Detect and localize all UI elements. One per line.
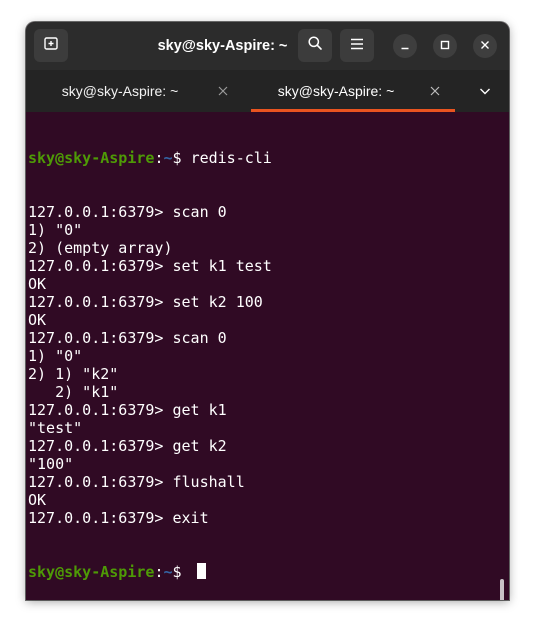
output-line: 127.0.0.1:6379> scan 0	[28, 329, 227, 347]
output-line: 127.0.0.1:6379> exit	[28, 509, 209, 527]
maximize-icon	[440, 37, 450, 55]
prompt-line-current: sky@sky-Aspire:~$	[28, 563, 272, 581]
prompt-symbol: $	[172, 149, 191, 167]
output-line: 127.0.0.1:6379> set k2 100	[28, 293, 263, 311]
close-button[interactable]	[473, 34, 497, 58]
output-line: 1) "0"	[28, 221, 83, 239]
output-line: 127.0.0.1:6379> flushall	[28, 473, 245, 491]
output-line: OK	[28, 275, 47, 293]
chevron-down-icon[interactable]	[478, 84, 492, 98]
close-icon	[480, 37, 490, 55]
output-line: "test"	[28, 419, 83, 437]
output-line: 127.0.0.1:6379> get k1	[28, 401, 227, 419]
command-text: redis-cli	[190, 149, 272, 167]
output-line: 127.0.0.1:6379> scan 0	[28, 203, 227, 221]
output-line: 2) (empty array)	[28, 239, 173, 257]
prompt-path: ~	[163, 563, 173, 581]
search-icon	[307, 35, 323, 56]
tab-close-icon[interactable]	[428, 84, 442, 98]
output-line: OK	[28, 491, 47, 509]
minimize-icon	[400, 37, 410, 55]
tab-close-icon[interactable]	[216, 84, 230, 98]
menu-button[interactable]	[340, 29, 374, 62]
new-tab-icon	[43, 35, 59, 56]
tab-1[interactable]: sky@sky-Aspire: ~	[32, 70, 250, 112]
output-line: 127.0.0.1:6379> get k2	[28, 437, 227, 455]
hamburger-menu-icon	[350, 37, 364, 55]
output-line: 1) "0"	[28, 347, 83, 365]
terminal-output[interactable]: sky@sky-Aspire:~$ redis-cli 127.0.0.1:63…	[26, 112, 509, 600]
minimize-button[interactable]	[393, 34, 417, 58]
tab-bar: sky@sky-Aspire: ~ sky@sky-Aspire: ~	[26, 70, 509, 112]
scrollbar-thumb[interactable]	[500, 579, 504, 600]
prompt-path: ~	[163, 149, 173, 167]
text-cursor	[196, 563, 206, 579]
output-line: "100"	[28, 455, 74, 473]
output-line: 127.0.0.1:6379> set k1 test	[28, 257, 272, 275]
output-line: OK	[28, 311, 47, 329]
output-line: 2) 1) "k2"	[28, 365, 119, 383]
prompt-user-host: sky@sky-Aspire	[28, 563, 155, 581]
output-block: 127.0.0.1:6379> scan 0 1) "0" 2) (empty ar…	[28, 203, 272, 527]
tab-label: sky@sky-Aspire: ~	[277, 83, 395, 99]
prompt-line: sky@sky-Aspire:~$ redis-cli	[28, 149, 272, 167]
title-bar: sky@sky-Aspire: ~	[26, 22, 509, 70]
terminal-window: sky@sky-Aspire: ~ sky@sky-Aspire: ~ sky@…	[26, 22, 509, 600]
output-line: 2) "k1"	[28, 383, 119, 401]
tab-label: sky@sky-Aspire: ~	[61, 83, 179, 99]
new-tab-button[interactable]	[34, 29, 68, 62]
prompt-user-host: sky@sky-Aspire	[28, 149, 155, 167]
prompt-symbol: $	[172, 563, 191, 581]
search-button[interactable]	[298, 29, 332, 62]
maximize-button[interactable]	[433, 34, 457, 58]
tab-2[interactable]: sky@sky-Aspire: ~	[251, 70, 455, 112]
